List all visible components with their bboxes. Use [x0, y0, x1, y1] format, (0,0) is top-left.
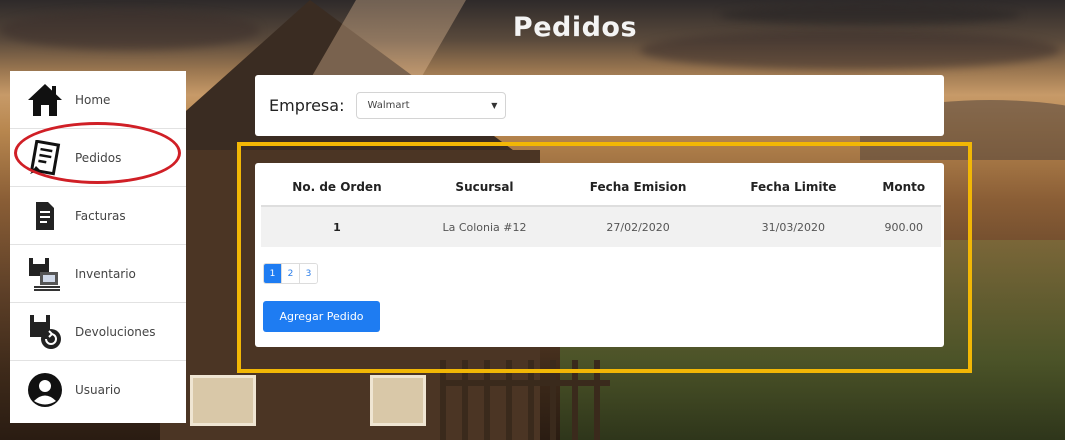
inventory-icon: [23, 254, 67, 294]
company-select[interactable]: Walmart ▼: [356, 92, 507, 119]
sidebar-item-inventario[interactable]: Inventario: [10, 245, 186, 303]
pagination: 1 2 3: [263, 263, 318, 284]
column-header-order-number: No. de Orden: [261, 169, 413, 207]
column-header-due-date: Fecha Limite: [720, 169, 867, 207]
sidebar: Home Pedidos Facturas Inventario Devoluc…: [10, 71, 186, 423]
cell-amount: 900.00: [866, 206, 941, 247]
returns-icon: [23, 312, 67, 352]
table-row[interactable]: 1 La Colonia #12 27/02/2020 31/03/2020 9…: [261, 206, 941, 247]
sidebar-item-facturas[interactable]: Facturas: [10, 187, 186, 245]
cell-due-date: 31/03/2020: [720, 206, 867, 247]
page-title: Pedidos: [512, 12, 638, 43]
sidebar-item-label: Inventario: [75, 266, 136, 281]
sidebar-item-label: Facturas: [75, 208, 126, 223]
sidebar-item-label: Devoluciones: [75, 324, 156, 339]
add-order-button[interactable]: Agregar Pedido: [263, 301, 380, 332]
column-header-issue-date: Fecha Emision: [556, 169, 721, 207]
page-button-1[interactable]: 1: [264, 264, 282, 283]
sidebar-item-usuario[interactable]: Usuario: [10, 361, 186, 418]
company-select-value: Walmart: [367, 100, 410, 111]
invoice-icon: [23, 196, 67, 236]
caret-down-icon: ▼: [491, 101, 498, 110]
page-button-3[interactable]: 3: [300, 264, 317, 283]
sidebar-item-label: Home: [75, 92, 111, 107]
sidebar-item-devoluciones[interactable]: Devoluciones: [10, 303, 186, 361]
home-icon: [23, 80, 67, 120]
table-header-row: No. de Orden Sucursal Fecha Emision Fech…: [261, 169, 941, 207]
orders-document-icon: [23, 138, 67, 178]
sidebar-item-label: Usuario: [75, 382, 121, 397]
orders-card: No. de Orden Sucursal Fecha Emision Fech…: [255, 163, 944, 347]
page-button-2[interactable]: 2: [282, 264, 300, 283]
orders-table: No. de Orden Sucursal Fecha Emision Fech…: [261, 169, 941, 247]
cell-order-number: 1: [261, 206, 413, 247]
cell-branch: La Colonia #12: [412, 206, 557, 247]
sidebar-item-label: Pedidos: [75, 150, 122, 165]
sidebar-item-home[interactable]: Home: [10, 71, 186, 129]
user-icon: [23, 370, 67, 410]
column-header-branch: Sucursal: [412, 169, 557, 207]
column-header-amount: Monto: [866, 169, 941, 207]
company-filter-card: Empresa: Walmart ▼: [255, 75, 944, 136]
cell-issue-date: 27/02/2020: [556, 206, 721, 247]
company-label: Empresa:: [269, 96, 345, 115]
sidebar-item-pedidos[interactable]: Pedidos: [10, 122, 186, 187]
